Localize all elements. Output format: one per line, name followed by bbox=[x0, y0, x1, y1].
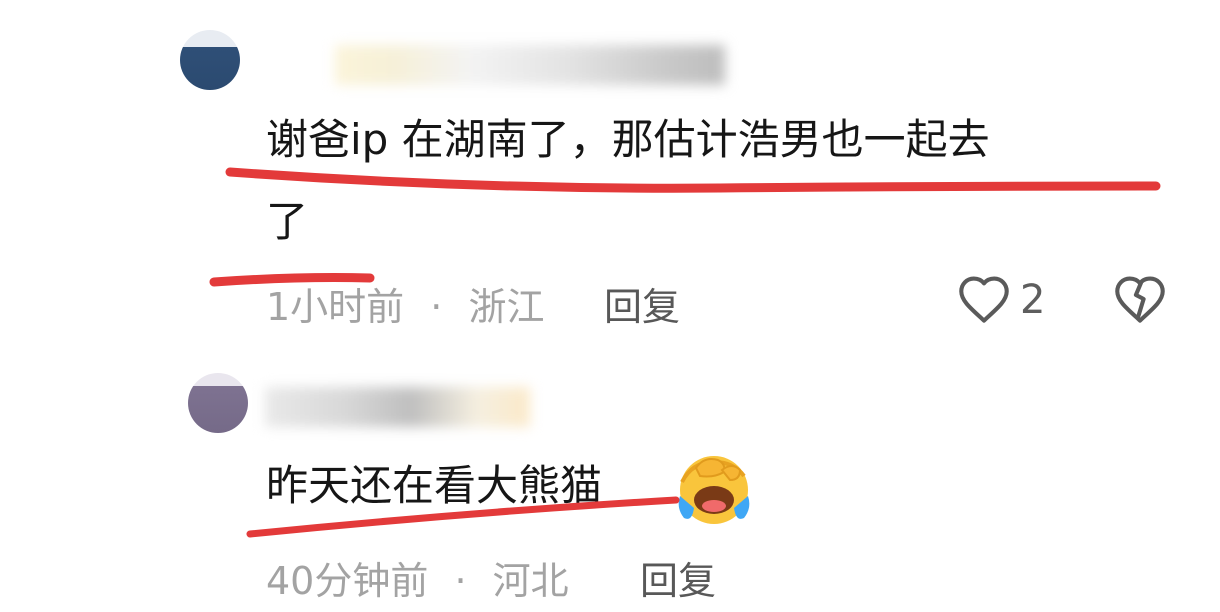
heart-icon[interactable] bbox=[956, 274, 1012, 324]
meta-separator: · bbox=[430, 285, 443, 329]
location-text: 浙江 bbox=[468, 285, 545, 329]
like-count: 2 bbox=[1020, 277, 1046, 323]
comment-item: 谢爸ip 在湖南了，那估计浩男也一起去 了 1小时前 · 浙江 回复 2 bbox=[0, 0, 1220, 340]
comment-time: 40分钟前 · 河北 bbox=[266, 550, 569, 605]
username-blurred bbox=[265, 387, 530, 427]
time-text: 40分钟前 bbox=[266, 559, 429, 603]
reply-button[interactable]: 回复 bbox=[640, 550, 716, 605]
avatar[interactable] bbox=[188, 373, 248, 433]
username-blurred bbox=[335, 45, 725, 85]
comment-text-line-1: 谢爸ip 在湖南了，那估计浩男也一起去 bbox=[266, 115, 990, 164]
reply-button[interactable]: 回复 bbox=[604, 276, 680, 331]
meta-separator: · bbox=[454, 559, 467, 603]
time-text: 1小时前 bbox=[266, 285, 405, 329]
broken-heart-icon[interactable] bbox=[1112, 274, 1168, 324]
face-with-tears-of-joy-icon bbox=[678, 456, 750, 524]
comment-time: 1小时前 · 浙江 bbox=[266, 276, 544, 331]
comment-item: 昨天还在看大熊猫 40分钟前 · 河北 回复 bbox=[0, 340, 1220, 612]
comment-text: 昨天还在看大熊猫 bbox=[266, 461, 603, 510]
comment-text-line-2: 了 bbox=[266, 197, 309, 246]
avatar[interactable] bbox=[180, 30, 240, 90]
location-text: 河北 bbox=[492, 559, 569, 603]
